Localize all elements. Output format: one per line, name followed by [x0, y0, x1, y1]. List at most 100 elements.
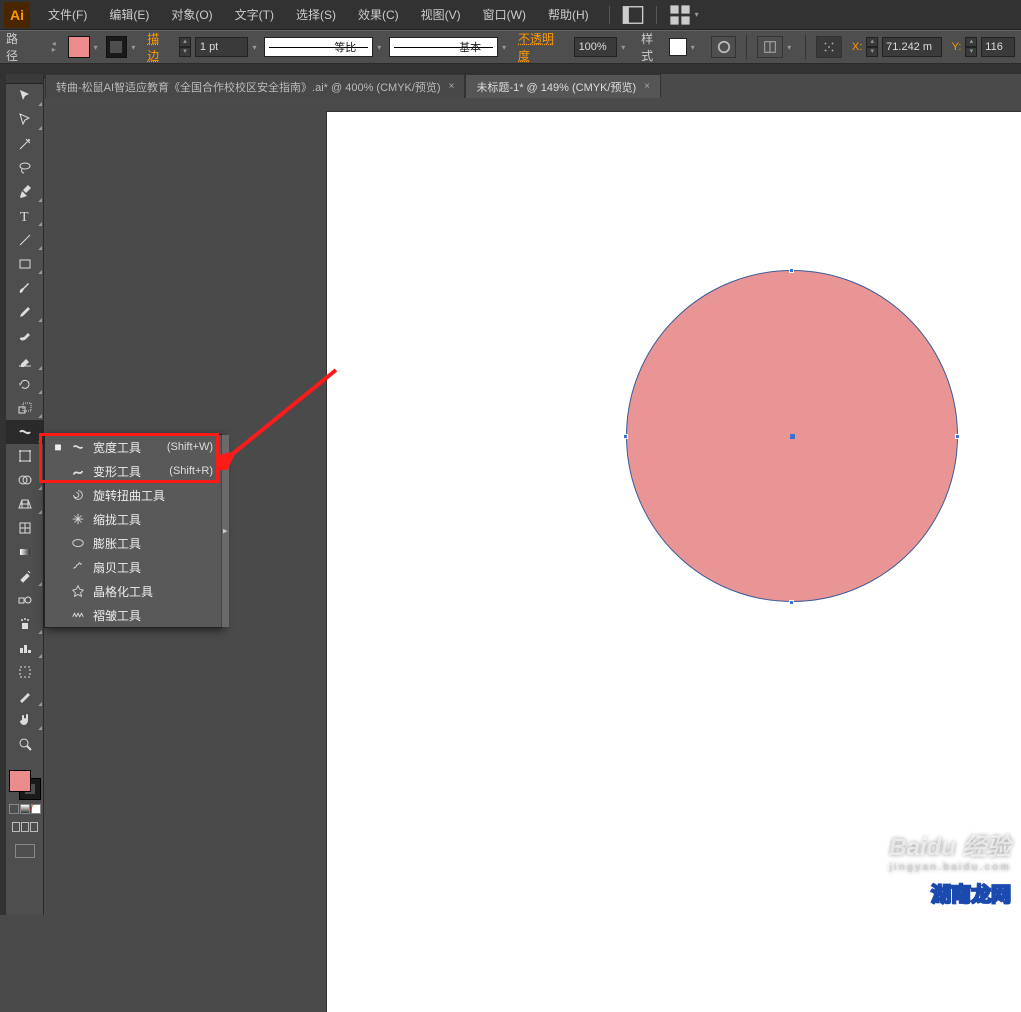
flyout-item-pucker[interactable]: 缩拢工具 [45, 507, 221, 531]
mesh-tool[interactable] [6, 516, 44, 540]
stroke-spinner[interactable]: ▴▾ [179, 37, 191, 57]
nav-chevrons[interactable]: ◂▸ [52, 41, 56, 53]
pencil-tool[interactable] [6, 300, 44, 324]
fill-swatch-icon[interactable] [9, 770, 31, 792]
flyout-item-twirl[interactable]: 旋转扭曲工具 [45, 483, 221, 507]
dropdown-icon[interactable]: ▾ [695, 10, 703, 19]
free-transform-tool[interactable] [6, 444, 44, 468]
flyout-item-warp[interactable]: 变形工具 (Shift+R) [45, 459, 221, 483]
menu-file[interactable]: 文件(F) [38, 2, 97, 27]
flyout-label: 变形工具 [93, 463, 141, 480]
flyout-label: 扇贝工具 [93, 559, 141, 576]
close-icon[interactable]: × [644, 81, 650, 92]
anchor-point[interactable] [955, 434, 960, 439]
profile-label: 等比 [334, 39, 356, 55]
flyout-item-wrinkle[interactable]: 褶皱工具 [45, 603, 221, 627]
y-input[interactable]: 116 [981, 37, 1015, 57]
flyout-label: 膨胀工具 [93, 535, 141, 552]
style-swatch[interactable] [669, 38, 687, 56]
selection-tool[interactable] [6, 84, 44, 108]
opacity-input[interactable]: 100% [574, 37, 618, 57]
arrange-icon[interactable] [669, 4, 691, 26]
document-tab-2[interactable]: 未标题-1* @ 149% (CMYK/预览) × [465, 74, 661, 98]
artboard-tool[interactable] [6, 660, 44, 684]
stroke-swatch[interactable] [106, 36, 128, 58]
panel-grip[interactable] [6, 74, 43, 84]
rectangle-tool[interactable] [6, 252, 44, 276]
draw-mode-row[interactable] [6, 822, 43, 832]
menu-edit[interactable]: 编辑(E) [99, 2, 159, 27]
anchor-point[interactable] [623, 434, 628, 439]
menu-help[interactable]: 帮助(H) [538, 2, 599, 27]
eyedropper-tool[interactable] [6, 564, 44, 588]
flyout-item-bloat[interactable]: 膨胀工具 [45, 531, 221, 555]
symbol-sprayer-tool[interactable] [6, 612, 44, 636]
fill-dropdown-icon[interactable]: ▾ [94, 43, 102, 52]
app-logo: Ai [4, 2, 30, 28]
menu-view[interactable]: 视图(V) [411, 2, 471, 27]
document-tab-1[interactable]: 转曲-松鼠AI智适应教育《全国合作校校区安全指南》.ai* @ 400% (CM… [45, 74, 465, 98]
anchor-point[interactable] [789, 600, 794, 605]
control-bar: 路径 ◂▸ ▾ ▾ 描边 ▴▾ 1 pt ▾ 等比 ▾ 基本 ▾ 不透明度 10… [0, 30, 1021, 64]
menu-window[interactable]: 窗口(W) [473, 2, 536, 27]
dropdown-icon[interactable]: ▾ [787, 43, 795, 52]
eraser-tool[interactable] [6, 348, 44, 372]
layout-icon[interactable] [622, 4, 644, 26]
menu-effect[interactable]: 效果(C) [348, 2, 409, 27]
gradient-tool[interactable] [6, 540, 44, 564]
stroke-weight-input[interactable]: 1 pt [195, 37, 249, 57]
flyout-shortcut: (Shift+R) [169, 465, 213, 477]
stroke-profile-select[interactable]: 等比 [264, 37, 373, 57]
line-tool[interactable] [6, 228, 44, 252]
brush-select[interactable]: 基本 [389, 37, 498, 57]
x-spinner[interactable]: ▴▾ [866, 37, 878, 57]
fill-stroke-control[interactable] [7, 768, 43, 802]
slice-tool[interactable] [6, 684, 44, 708]
dropdown-icon[interactable]: ▾ [377, 43, 385, 52]
y-spinner[interactable]: ▴▾ [965, 37, 977, 57]
type-tool[interactable]: T [6, 204, 44, 228]
menu-bar: Ai 文件(F) 编辑(E) 对象(O) 文字(T) 选择(S) 效果(C) 视… [0, 0, 1021, 30]
pen-tool[interactable] [6, 180, 44, 204]
opacity-label[interactable]: 不透明度 [518, 30, 566, 64]
separator [656, 6, 657, 24]
transform-icon[interactable] [816, 36, 842, 58]
flyout-item-width[interactable]: ■ 宽度工具 (Shift+W) [45, 435, 221, 459]
align-icon[interactable] [757, 36, 783, 58]
rotate-tool[interactable] [6, 372, 44, 396]
menu-object[interactable]: 对象(O) [161, 2, 222, 27]
stroke-dropdown-icon[interactable]: ▾ [131, 43, 139, 52]
recolor-icon[interactable] [711, 36, 737, 58]
menu-select[interactable]: 选择(S) [286, 2, 346, 27]
x-input[interactable]: 71.242 m [882, 37, 941, 57]
menu-type[interactable]: 文字(T) [225, 2, 284, 27]
close-icon[interactable]: × [449, 81, 455, 92]
dropdown-icon[interactable]: ▾ [502, 43, 510, 52]
direct-selection-tool[interactable] [6, 108, 44, 132]
dropdown-icon[interactable]: ▾ [621, 43, 629, 52]
dropdown-icon[interactable]: ▾ [252, 43, 260, 52]
separator [746, 35, 747, 59]
blob-brush-tool[interactable] [6, 324, 44, 348]
column-graph-tool[interactable] [6, 636, 44, 660]
magic-wand-tool[interactable] [6, 132, 44, 156]
screen-mode-button[interactable] [15, 844, 35, 858]
paintbrush-tool[interactable] [6, 276, 44, 300]
color-mode-row[interactable]: ⁄ [6, 804, 43, 814]
flyout-tearoff-handle[interactable] [221, 435, 229, 627]
shape-builder-tool[interactable] [6, 468, 44, 492]
scale-tool[interactable] [6, 396, 44, 420]
perspective-grid-tool[interactable] [6, 492, 44, 516]
stroke-label[interactable]: 描边 [147, 30, 171, 64]
dropdown-icon[interactable]: ▾ [691, 43, 699, 52]
flyout-item-crystallize[interactable]: 晶格化工具 [45, 579, 221, 603]
anchor-point[interactable] [789, 268, 794, 273]
lasso-tool[interactable] [6, 156, 44, 180]
flyout-item-scallop[interactable]: 扇贝工具 [45, 555, 221, 579]
blend-tool[interactable] [6, 588, 44, 612]
width-tool[interactable] [6, 420, 44, 444]
separator [609, 6, 610, 24]
hand-tool[interactable] [6, 708, 44, 732]
zoom-tool[interactable] [6, 732, 44, 756]
fill-swatch[interactable] [68, 36, 90, 58]
